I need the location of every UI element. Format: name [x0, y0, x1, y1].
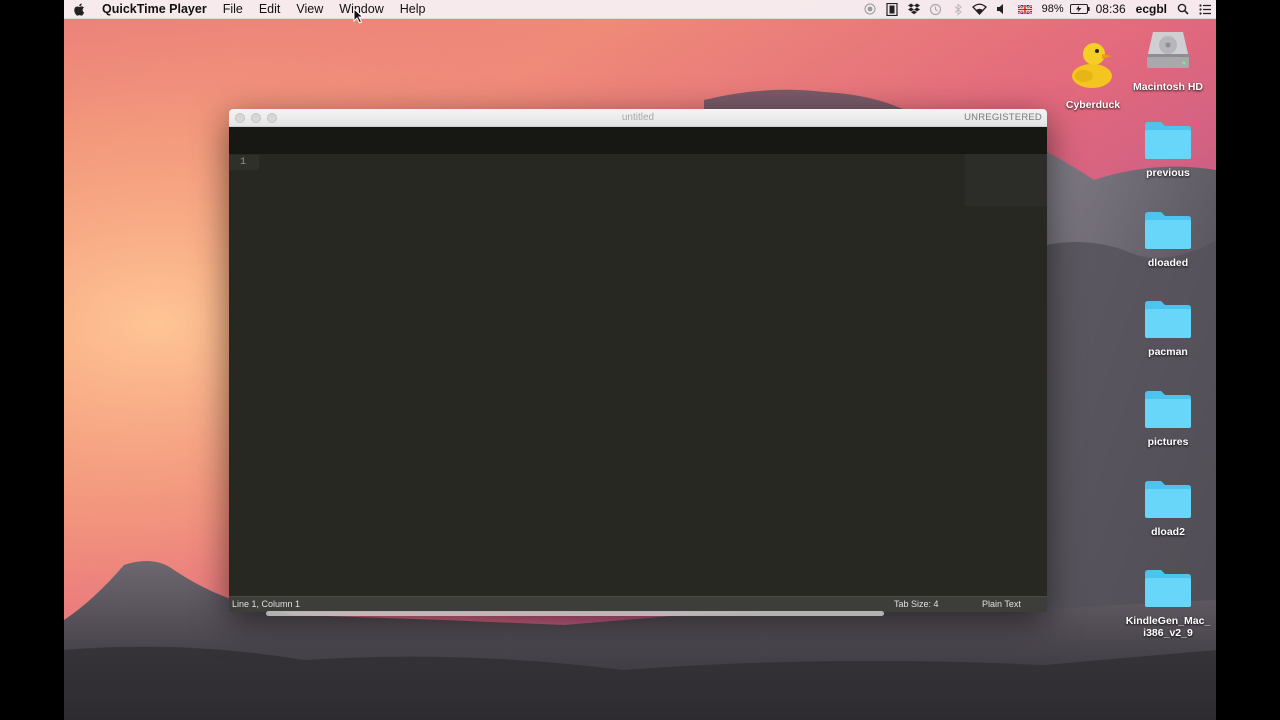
text-editor-area[interactable]: 1 [229, 154, 1047, 597]
input-source-flag-icon[interactable] [1013, 0, 1037, 18]
desktop-icon-dloaded[interactable]: dloaded [1123, 210, 1213, 269]
time-machine-icon[interactable] [925, 0, 947, 18]
folder-icon [1145, 301, 1191, 338]
desktop-icon-previous[interactable]: previous [1123, 120, 1213, 179]
menu-bar: QuickTime Player File Edit View Window H… [64, 0, 1216, 19]
menu-view[interactable]: View [288, 0, 331, 18]
screen-record-icon[interactable] [859, 0, 881, 18]
wifi-icon[interactable] [969, 0, 991, 18]
editor-window[interactable]: untitled UNREGISTERED 1 Line 1, Column 1… [229, 109, 1047, 612]
folder-icon [1145, 212, 1191, 249]
desktop-icon-dload2[interactable]: dload2 [1123, 479, 1213, 538]
folder-icon [1145, 122, 1191, 159]
cyberduck-icon [1072, 43, 1112, 88]
clock[interactable]: 08:36 [1091, 0, 1131, 18]
desktop-icon-label: KindleGen_Mac_ i386_v2_9 [1125, 615, 1211, 639]
tab-bar[interactable] [229, 127, 1047, 154]
folder-icon [1145, 570, 1191, 607]
desktop-icon-label: Cyberduck [1065, 99, 1121, 111]
window-title: untitled [621, 112, 655, 123]
horizontal-scrollbar[interactable] [266, 611, 884, 616]
desktop-screen: QuickTime Player File Edit View Window H… [64, 0, 1216, 720]
desktop-icon-label: dload2 [1151, 526, 1185, 538]
volume-icon[interactable] [991, 0, 1013, 18]
desktop-icon-label: pacman [1148, 346, 1188, 358]
desktop-icon-macintosh-hd[interactable]: Macintosh HD [1123, 24, 1213, 93]
notification-center-icon[interactable] [1194, 0, 1216, 18]
syntax-selector[interactable]: Plain Text [982, 598, 1021, 611]
window-titlebar[interactable]: untitled UNREGISTERED [229, 109, 1047, 127]
line-number-gutter: 1 [229, 154, 259, 597]
dropbox-icon[interactable] [903, 0, 925, 18]
tab-size-selector[interactable]: Tab Size: 4 [894, 598, 939, 611]
desktop-icon-label: dloaded [1147, 257, 1189, 269]
status-bar: Line 1, Column 1 Tab Size: 4 Plain Text [229, 596, 1047, 612]
menu-edit[interactable]: Edit [251, 0, 289, 18]
unregistered-label: UNREGISTERED [964, 112, 1042, 123]
desktop-icon-label: pictures [1147, 436, 1189, 448]
desktop-icon-pictures[interactable]: pictures [1123, 389, 1213, 448]
film-strip-icon[interactable] [881, 0, 903, 18]
desktop-icon-label: Macintosh HD [1132, 81, 1203, 93]
mouse-pointer-icon [353, 8, 365, 24]
app-menu[interactable]: QuickTime Player [94, 0, 215, 18]
battery-percent[interactable]: 98% [1037, 0, 1069, 18]
hard-drive-icon [1147, 32, 1189, 68]
bluetooth-icon[interactable] [947, 0, 969, 18]
apple-menu-icon[interactable] [64, 3, 94, 16]
spotlight-search-icon[interactable] [1172, 0, 1194, 18]
folder-icon [1145, 481, 1191, 518]
line-number: 1 [240, 157, 247, 168]
battery-icon[interactable] [1069, 0, 1091, 18]
cursor-position: Line 1, Column 1 [232, 599, 301, 609]
menu-file[interactable]: File [215, 0, 251, 18]
folder-icon [1145, 391, 1191, 428]
menu-help[interactable]: Help [392, 0, 434, 18]
desktop-icon-kindlegen[interactable]: KindleGen_Mac_ i386_v2_9 [1123, 568, 1213, 639]
desktop-icon-pacman[interactable]: pacman [1123, 299, 1213, 358]
minimap[interactable] [965, 154, 1047, 206]
user-name[interactable]: ecgbl [1131, 0, 1172, 18]
desktop-icon-label: previous [1146, 167, 1190, 179]
